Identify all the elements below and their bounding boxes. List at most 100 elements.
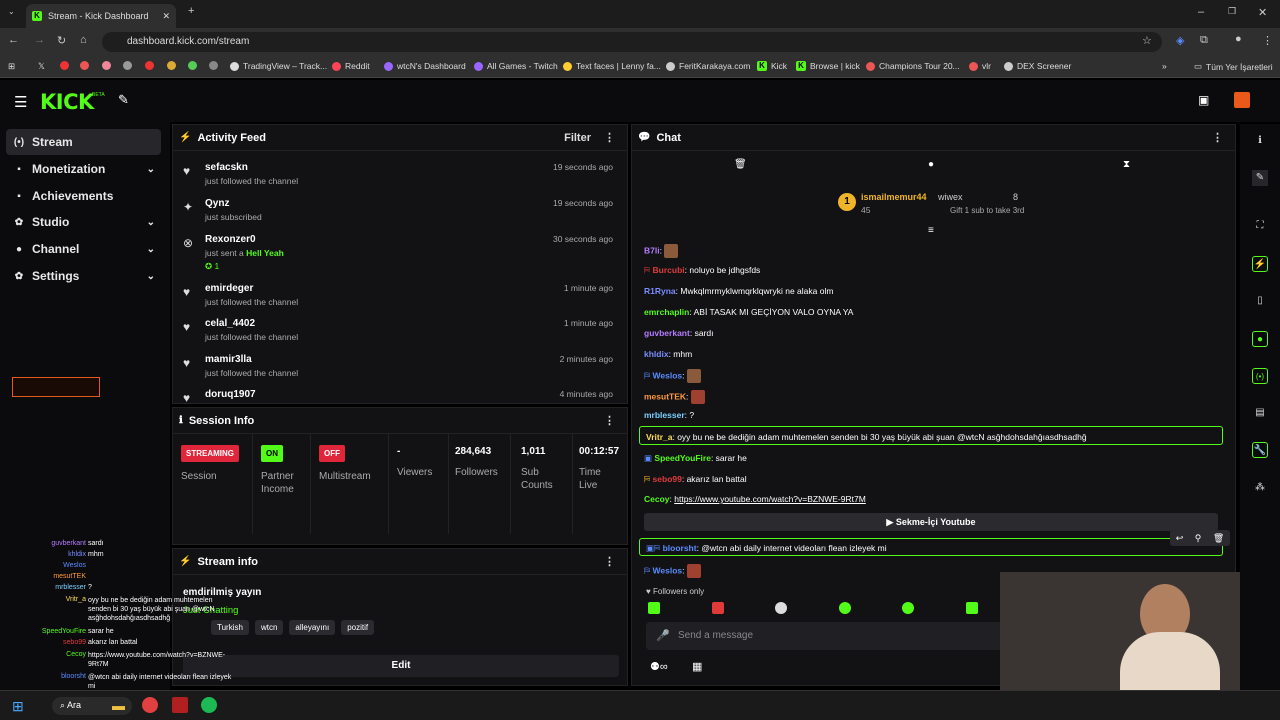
bookmark-browse-kick[interactable]: K Browse | kick — [796, 61, 860, 71]
browser-tab[interactable]: K Stream - Kick Dashboard ✕ — [26, 4, 176, 28]
expand-icon[interactable]: ⛶ — [1252, 218, 1268, 234]
bookmark-tradingview[interactable]: TradingView – Track... — [230, 61, 327, 71]
reply-icon[interactable]: ↩ — [1176, 533, 1184, 544]
maximize-icon[interactable]: ❐ — [1228, 6, 1236, 17]
more-bookmarks-icon[interactable]: » — [1162, 61, 1167, 71]
bookmark-icon[interactable] — [80, 61, 89, 70]
printer-icon[interactable]: ▤ — [1252, 405, 1268, 421]
kick-logo[interactable]: KICK — [40, 90, 94, 114]
chat-icon[interactable]: ● — [1252, 331, 1268, 347]
sidebar-item-settings[interactable]: ✿ Settings ⌄ — [6, 263, 161, 289]
x-icon[interactable]: 𝕏 — [38, 61, 45, 72]
edit-button[interactable]: Edit — [183, 655, 619, 677]
store-icon[interactable]: ▦ — [692, 660, 702, 673]
bookmark-icon[interactable] — [123, 61, 132, 70]
edit-icon[interactable]: ✎ — [1252, 170, 1268, 186]
all-bookmarks[interactable]: ▭ Tüm Yer İşaretleri — [1194, 61, 1273, 72]
close-window-icon[interactable]: ✕ — [1258, 6, 1267, 19]
windows-start-icon[interactable]: ⊞ — [12, 698, 24, 715]
microphone-icon[interactable]: 🎤 — [656, 629, 670, 642]
user-avatar[interactable] — [1234, 92, 1250, 108]
bookmark-wtcn-dashboard[interactable]: wtcN's Dashboard — [384, 61, 466, 71]
more-options-icon[interactable]: ⋮ — [604, 414, 615, 427]
bookmark-champions[interactable]: Champions Tour 20... — [866, 61, 960, 71]
stream-chat-overlay: guvberkant sardı khldix mhm Weslos mesutTE… — [41, 540, 232, 690]
hourglass-icon[interactable]: ⧗ — [1123, 159, 1130, 170]
reload-icon[interactable]: ↻ — [57, 34, 66, 47]
bookmark-lenny[interactable]: Text faces | Lenny fa... — [563, 61, 661, 71]
bookmark-icon[interactable] — [167, 61, 176, 70]
bolt-icon[interactable]: ⚡ — [1252, 256, 1268, 272]
chrome-icon[interactable] — [142, 697, 158, 713]
home-icon[interactable]: ⌂ — [80, 34, 87, 46]
trash-icon[interactable]: 🗑 — [734, 159, 747, 170]
camera-icon[interactable]: ▣ — [1198, 93, 1209, 107]
pin-icon[interactable]: ⚲ — [1195, 533, 1202, 544]
menu-icon[interactable]: ⋮ — [1262, 34, 1273, 47]
more-options-icon[interactable]: ⋮ — [604, 555, 615, 568]
apps-icon[interactable]: ⊞ — [8, 61, 15, 72]
bookmark-kick[interactable]: K Kick — [757, 61, 787, 71]
close-tab-icon[interactable]: ✕ — [162, 11, 170, 22]
emote-icon[interactable] — [902, 602, 915, 614]
youtube-embed-button[interactable]: ▶ Sekme-İçi Youtube — [644, 513, 1218, 531]
youtube-icon[interactable] — [60, 61, 69, 70]
document-icon[interactable]: ▯ — [1252, 293, 1268, 309]
sidebar-item-monetization[interactable]: ▪ Monetization ⌄ — [6, 156, 161, 182]
chat-message: mesutTEK: — [644, 390, 705, 404]
bookmark-reddit[interactable]: Reddit — [332, 61, 370, 71]
minimize-icon[interactable]: – — [1198, 6, 1204, 18]
pin-icon[interactable]: ≡ — [928, 225, 934, 236]
emote-icon[interactable] — [775, 602, 788, 614]
sparkle-icon: ✦ — [183, 200, 194, 214]
emote-picker-icon[interactable]: ⚉∞ — [650, 660, 668, 673]
sidebar-item-achievements[interactable]: ▪ Achievements — [6, 183, 161, 209]
user-icon: ● — [15, 243, 23, 255]
forward-icon[interactable]: → — [34, 34, 45, 46]
hamburger-menu-icon[interactable]: ☰ — [14, 93, 27, 111]
back-icon[interactable]: ← — [8, 34, 19, 46]
extension-icon[interactable]: ◈ — [1176, 34, 1184, 47]
apps-icon[interactable]: ⁂ — [1252, 480, 1268, 496]
bookmark-icon[interactable] — [188, 61, 197, 70]
more-options-icon[interactable]: ⋮ — [604, 131, 615, 144]
bookmark-twitch[interactable]: All Games - Twitch — [474, 61, 558, 71]
url-field[interactable]: dashboard.kick.com/stream — [102, 32, 1162, 52]
gift-prompt[interactable]: Gift 1 sub to take 3rd — [950, 206, 1024, 215]
star-icon[interactable]: ☆ — [1142, 34, 1152, 47]
bookmark-ferit[interactable]: FeritKarakaya.com — [666, 61, 750, 71]
extensions-icon[interactable]: ⧉ — [1200, 34, 1208, 47]
emote-icon[interactable] — [965, 602, 978, 614]
bookmark-icon[interactable] — [145, 61, 154, 70]
sidebar-item-stream[interactable]: (•) Stream — [6, 129, 161, 155]
info-icon[interactable]: ℹ — [1252, 133, 1268, 149]
folder-icon[interactable]: ▬ — [112, 698, 125, 713]
wrench-icon[interactable]: 🔧 — [1252, 442, 1268, 458]
tab-title: Stream - Kick Dashboard — [48, 11, 149, 21]
tab-list-icon[interactable]: ⌄ — [8, 7, 15, 16]
emote-icon[interactable] — [838, 602, 851, 614]
delete-icon[interactable]: 🗑 — [1213, 533, 1224, 544]
circle-x-icon: ⊗ — [183, 236, 194, 250]
chat-link[interactable]: https://www.youtube.com/watch?v=BZNWE-9R… — [674, 494, 866, 504]
more-options-icon[interactable]: ⋮ — [1212, 131, 1223, 144]
bookmark-dex[interactable]: DEX Screener — [1004, 61, 1071, 71]
new-tab-icon[interactable]: + — [188, 5, 194, 17]
magic-wand-icon[interactable]: ✎ — [118, 92, 129, 108]
stat-viewers: - Viewers — [389, 434, 449, 534]
radio-icon[interactable]: (•) — [1252, 368, 1268, 384]
bookmark-icon[interactable] — [102, 61, 111, 70]
chat-bubble-icon[interactable]: ● — [928, 159, 934, 170]
sidebar-item-studio[interactable]: ✿ Studio ⌄ — [6, 209, 161, 235]
sidebar-item-channel[interactable]: ● Channel ⌄ — [6, 236, 161, 262]
emote-icon[interactable] — [711, 602, 724, 614]
spotify-icon[interactable] — [201, 697, 217, 713]
heart-icon: ♥ — [183, 356, 191, 370]
bookmark-vlr[interactable]: vlr — [969, 61, 991, 71]
profile-avatar[interactable]: ● — [1235, 33, 1242, 45]
filter-button[interactable]: Filter — [564, 132, 591, 144]
app-icon[interactable] — [172, 697, 188, 713]
chat-input[interactable]: 🎤 Send a message — [646, 622, 1006, 650]
emote-icon[interactable] — [648, 602, 660, 614]
bookmark-icon[interactable] — [209, 61, 218, 70]
